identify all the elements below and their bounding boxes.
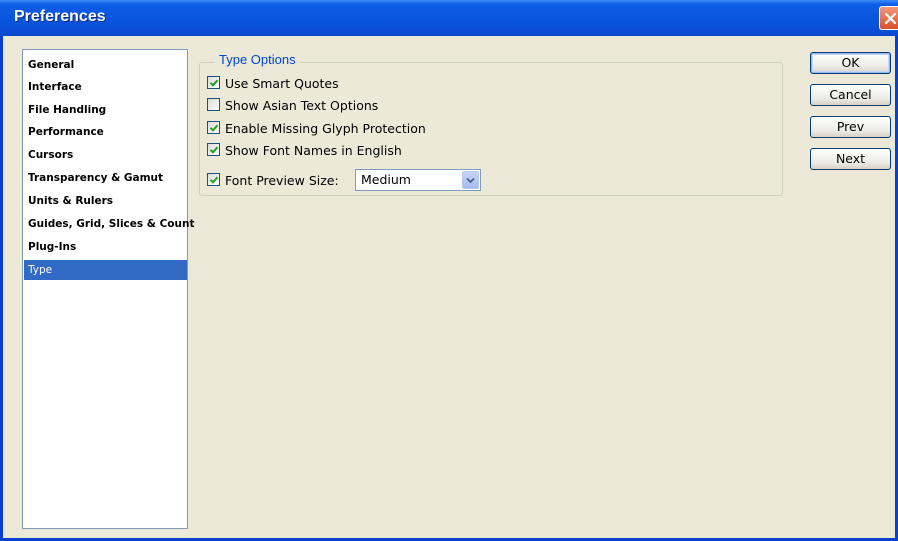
checkmark-icon [209,79,219,87]
window-title: Preferences [14,8,106,25]
sidebar-item-general[interactable]: General [24,55,187,75]
show-asian-text-checkbox[interactable] [207,98,220,111]
sidebar-item-guides-grid[interactable]: Guides, Grid, Slices & Count [24,214,195,234]
checkmark-icon [209,146,219,154]
sidebar-item-plug-ins[interactable]: Plug-Ins [24,237,187,257]
category-list[interactable]: General Interface File Handling Performa… [22,49,195,529]
use-smart-quotes-label: Use Smart Quotes [225,76,339,91]
close-icon [884,12,897,25]
sidebar-item-interface[interactable]: Interface [24,77,187,97]
ok-button[interactable]: OK [810,52,891,74]
type-options-legend: Type Options [215,52,300,67]
use-smart-quotes-checkbox[interactable] [207,76,220,89]
dropdown-button[interactable] [462,171,479,189]
font-preview-size-value: Medium [361,172,411,187]
checkmark-icon [209,124,219,132]
sidebar-item-cursors[interactable]: Cursors [24,145,187,165]
close-button[interactable] [879,6,898,30]
checkmark-icon [209,176,219,184]
sidebar-item-type[interactable]: Type [24,260,187,280]
missing-glyph-checkbox[interactable] [207,121,220,134]
cancel-button[interactable]: Cancel [810,84,891,106]
title-bar[interactable]: Preferences [0,0,898,36]
font-names-english-label: Show Font Names in English [225,143,402,158]
font-preview-label: Font Preview Size: [225,173,339,188]
sidebar-item-performance[interactable]: Performance [24,122,187,142]
chevron-down-icon [466,177,475,184]
next-button[interactable]: Next [810,148,891,170]
sidebar-item-transparency-gamut[interactable]: Transparency & Gamut [24,168,187,188]
font-names-english-checkbox[interactable] [207,143,220,156]
font-preview-checkbox[interactable] [207,173,220,186]
missing-glyph-label: Enable Missing Glyph Protection [225,121,426,136]
sidebar-item-units-rulers[interactable]: Units & Rulers [24,191,187,211]
prev-button[interactable]: Prev [810,116,891,138]
font-preview-size-select[interactable]: Medium [355,169,481,191]
sidebar-item-file-handling[interactable]: File Handling [24,100,187,120]
show-asian-text-label: Show Asian Text Options [225,98,379,113]
